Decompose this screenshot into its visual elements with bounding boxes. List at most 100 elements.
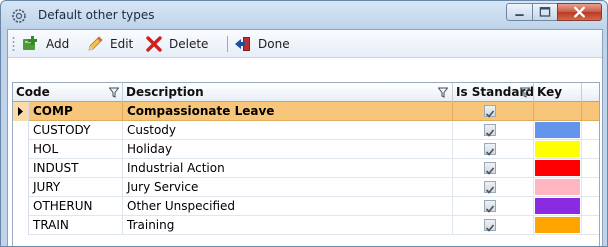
key-cell[interactable] (534, 178, 582, 197)
edit-label: Edit (110, 37, 134, 51)
maximize-icon (539, 7, 551, 17)
row-indicator[interactable] (13, 178, 29, 197)
dialog-content: Add Edit Delete Done Code Description Is… (7, 29, 603, 246)
is-standard-cell[interactable] (453, 140, 534, 159)
key-color-swatch (535, 141, 580, 157)
minimize-icon (515, 14, 524, 17)
is-standard-checkbox[interactable] (484, 219, 496, 232)
maximize-button[interactable] (532, 3, 558, 21)
table-row[interactable]: COMP Compassionate Leave (13, 102, 599, 121)
table-row[interactable]: TRAIN Training (13, 216, 599, 235)
edit-icon (88, 36, 103, 51)
description-cell[interactable]: Custody (123, 121, 453, 140)
is-standard-checkbox[interactable] (484, 124, 496, 137)
column-header-code[interactable]: Code (13, 83, 123, 102)
code-cell[interactable]: INDUST (29, 159, 123, 178)
table-row[interactable]: INDUST Industrial Action (13, 159, 599, 178)
key-color-swatch (535, 217, 580, 233)
description-cell[interactable]: Industrial Action (123, 159, 453, 178)
row-indicator[interactable] (13, 121, 29, 140)
key-color-swatch (535, 122, 580, 138)
toolbar: Add Edit Delete Done (8, 30, 602, 58)
add-label: Add (46, 37, 70, 51)
checkmark-icon (485, 129, 495, 137)
is-standard-checkbox[interactable] (484, 105, 496, 118)
is-standard-checkbox[interactable] (484, 200, 496, 213)
close-icon (574, 6, 585, 18)
description-cell[interactable]: Holiday (123, 140, 453, 159)
table-row[interactable]: CUSTODY Custody (13, 121, 599, 140)
table-row[interactable]: HOL Holiday (13, 140, 599, 159)
key-cell[interactable] (534, 102, 582, 121)
delete-label: Delete (169, 37, 209, 51)
column-header-key-label: Key (537, 85, 563, 99)
dialog-window: Default other types Add Edit Delete Done… (0, 0, 608, 247)
filter-icon[interactable] (438, 87, 448, 98)
is-standard-checkbox[interactable] (484, 181, 496, 194)
code-cell[interactable]: HOL (29, 140, 123, 159)
filter-icon[interactable] (520, 87, 530, 98)
close-button[interactable] (557, 3, 602, 21)
key-color-swatch (535, 198, 580, 214)
done-button[interactable]: Done (234, 34, 290, 54)
key-cell[interactable] (534, 197, 582, 216)
row-filler (582, 140, 599, 159)
column-header-key[interactable]: Key (534, 83, 582, 102)
is-standard-cell[interactable] (453, 121, 534, 140)
is-standard-cell[interactable] (453, 102, 534, 121)
key-cell[interactable] (534, 121, 582, 140)
description-cell[interactable]: Compassionate Leave (123, 102, 453, 121)
description-cell[interactable]: Jury Service (123, 178, 453, 197)
is-standard-checkbox[interactable] (484, 143, 496, 156)
types-grid: Code Description Is Standard Key COMP Co… (12, 82, 600, 246)
toolbar-separator (227, 36, 228, 52)
row-indicator[interactable] (13, 197, 29, 216)
title-bar[interactable]: Default other types (1, 1, 607, 29)
grid-header: Code Description Is Standard Key (13, 83, 599, 102)
code-cell[interactable]: TRAIN (29, 216, 123, 235)
row-indicator[interactable] (13, 140, 29, 159)
add-button[interactable]: Add (22, 34, 69, 54)
is-standard-checkbox[interactable] (484, 162, 496, 175)
toolbar-grip[interactable] (12, 36, 15, 52)
done-icon (235, 37, 250, 51)
delete-icon (146, 36, 162, 52)
description-cell[interactable]: Other Unspecified (123, 197, 453, 216)
is-standard-cell[interactable] (453, 159, 534, 178)
done-label: Done (258, 37, 290, 51)
key-color-swatch (535, 160, 580, 176)
row-indicator[interactable] (13, 216, 29, 235)
row-filler (582, 178, 599, 197)
table-row[interactable]: JURY Jury Service (13, 178, 599, 197)
row-filler (582, 159, 599, 178)
edit-button[interactable]: Edit (86, 34, 133, 54)
key-cell[interactable] (534, 159, 582, 178)
delete-button[interactable]: Delete (145, 34, 208, 54)
row-indicator[interactable] (13, 102, 29, 121)
column-header-is-standard[interactable]: Is Standard (453, 83, 534, 102)
minimize-button[interactable] (506, 3, 533, 21)
is-standard-cell[interactable] (453, 178, 534, 197)
checkmark-icon (485, 167, 495, 175)
checkmark-icon (485, 205, 495, 213)
code-cell[interactable]: COMP (29, 102, 123, 121)
row-indicator[interactable] (13, 159, 29, 178)
column-header-description[interactable]: Description (123, 83, 453, 102)
filter-icon[interactable] (109, 87, 119, 98)
key-cell[interactable] (534, 216, 582, 235)
checkmark-icon (485, 148, 495, 156)
table-row[interactable]: OTHERUN Other Unspecified (13, 197, 599, 216)
checkmark-icon (485, 186, 495, 194)
is-standard-cell[interactable] (453, 216, 534, 235)
row-filler (582, 216, 599, 235)
code-cell[interactable]: CUSTODY (29, 121, 123, 140)
code-cell[interactable]: OTHERUN (29, 197, 123, 216)
window-title: Default other types (38, 8, 155, 22)
key-cell[interactable] (534, 140, 582, 159)
row-filler (582, 102, 599, 121)
is-standard-cell[interactable] (453, 197, 534, 216)
code-cell[interactable]: JURY (29, 178, 123, 197)
description-cell[interactable]: Training (123, 216, 453, 235)
checkmark-icon (485, 224, 495, 232)
current-row-arrow-icon (18, 107, 23, 116)
